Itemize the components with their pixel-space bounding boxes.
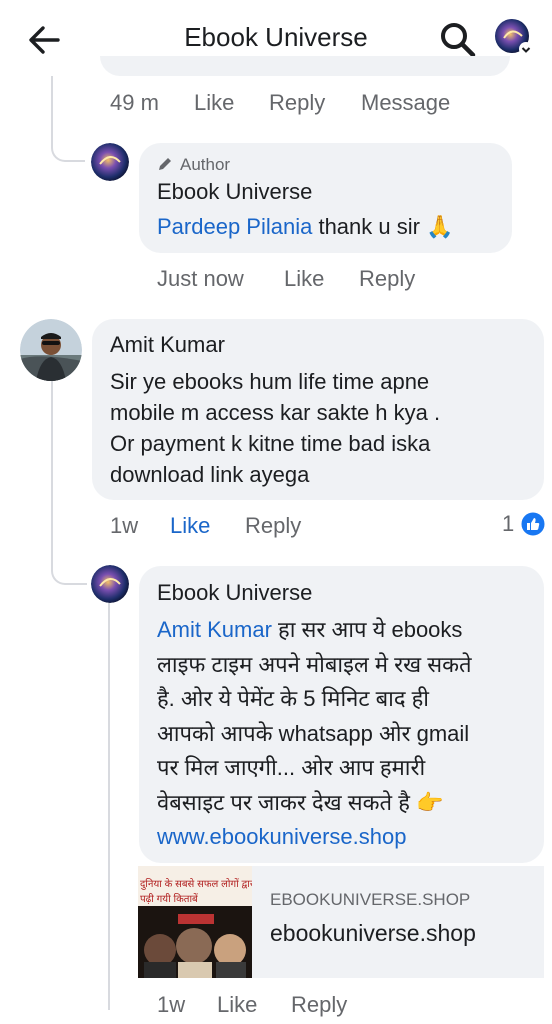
comment-text-content: thank u sir 🙏 bbox=[312, 214, 454, 239]
avatar-icon[interactable] bbox=[20, 319, 82, 381]
comment-time: 1w bbox=[110, 513, 139, 538]
mention-link[interactable]: Pardeep Pilania bbox=[157, 214, 312, 239]
message-button[interactable]: Message bbox=[361, 90, 450, 116]
comment-line: Sir ye ebooks hum life time apne bbox=[110, 369, 430, 394]
comment-time: Just now bbox=[157, 266, 244, 291]
comment-text: Pardeep Pilania thank u sir 🙏 bbox=[157, 211, 453, 242]
comment-time: 49 m bbox=[110, 90, 159, 115]
comment-line: पर मिल जाएगी... ओर आप हमारी bbox=[157, 755, 426, 780]
reply-button[interactable]: Reply bbox=[291, 992, 347, 1018]
thread-hook bbox=[51, 545, 87, 585]
comment-meta-row: 1w Like Reply bbox=[0, 513, 552, 543]
reaction-count[interactable]: 1 bbox=[502, 511, 548, 537]
commenter-name[interactable]: Amit Kumar bbox=[110, 332, 225, 358]
like-reaction-icon bbox=[520, 511, 546, 537]
like-button[interactable]: Like bbox=[194, 90, 234, 116]
comment-meta-row: Just now Like Reply bbox=[0, 266, 552, 296]
thread-line bbox=[108, 600, 110, 1010]
comment-line: आपको आपके whatsapp ओर gmail bbox=[157, 720, 470, 746]
comment-line: है. ओर ये पेमेंट के 5 मिनिट बाद ही bbox=[157, 686, 430, 711]
comment-text: Amit Kumar हा सर आप ये ebooks लाइफ टाइम … bbox=[157, 613, 472, 855]
like-button[interactable]: Like bbox=[170, 513, 210, 539]
comment-time: 1w bbox=[157, 992, 186, 1017]
comment-text: Sir ye ebooks hum life time apne mobile … bbox=[110, 366, 440, 490]
avatar-icon[interactable] bbox=[91, 565, 129, 603]
comment-meta-row: 49 m Like Reply Message bbox=[0, 90, 552, 120]
thumbnail-caption: दुनिया के सबसे सफल लोगों द्वारा लि bbox=[140, 879, 252, 890]
reply-button[interactable]: Reply bbox=[359, 266, 415, 292]
like-button[interactable]: Like bbox=[284, 266, 324, 292]
thread-line bbox=[51, 381, 53, 561]
link-title: ebookuniverse.shop bbox=[270, 920, 476, 946]
author-badge: Author bbox=[180, 155, 231, 174]
profile-avatar-icon[interactable] bbox=[494, 18, 534, 58]
comment-line: Or payment k kitne time bad iska bbox=[110, 431, 431, 456]
link-domain: EBOOKUNIVERSE.SHOP bbox=[270, 890, 471, 909]
reply-button[interactable]: Reply bbox=[245, 513, 301, 539]
previous-bubble-edge bbox=[100, 56, 510, 76]
comment-line: वेबसाइट पर जाकर देख सकते है 👉 bbox=[157, 789, 444, 815]
comment-line: mobile m access kar sakte h kya . bbox=[110, 400, 441, 425]
pencil-icon bbox=[159, 158, 171, 170]
search-icon[interactable] bbox=[438, 20, 478, 60]
reply-button[interactable]: Reply bbox=[269, 90, 325, 116]
comment-meta-row: 1w Like Reply bbox=[0, 992, 552, 1022]
commenter-name[interactable]: Ebook Universe bbox=[157, 580, 312, 606]
comment-line: लाइफ टाइम अपने मोबाइल मे रख सकते bbox=[157, 651, 472, 677]
reaction-count-number: 1 bbox=[502, 511, 515, 536]
link-preview-thumbnail: दुनिया के सबसे सफल लोगों द्वारा लि पढ़ी … bbox=[138, 866, 252, 978]
mention-link[interactable]: Amit Kumar bbox=[157, 617, 272, 642]
thread-hook bbox=[51, 130, 85, 162]
link-preview-card[interactable]: दुनिया के सबसे सफल लोगों द्वारा लि पढ़ी … bbox=[138, 866, 544, 978]
comment-line: हा सर आप ये ebooks bbox=[271, 617, 463, 642]
avatar-icon[interactable] bbox=[91, 143, 129, 181]
comment-line: download link ayega bbox=[110, 462, 310, 487]
like-button[interactable]: Like bbox=[217, 992, 257, 1018]
website-link[interactable]: www.ebookuniverse.shop bbox=[157, 820, 472, 855]
commenter-name[interactable]: Ebook Universe bbox=[157, 179, 312, 205]
thumbnail-caption: पढ़ी गयी किताबें bbox=[140, 894, 198, 905]
